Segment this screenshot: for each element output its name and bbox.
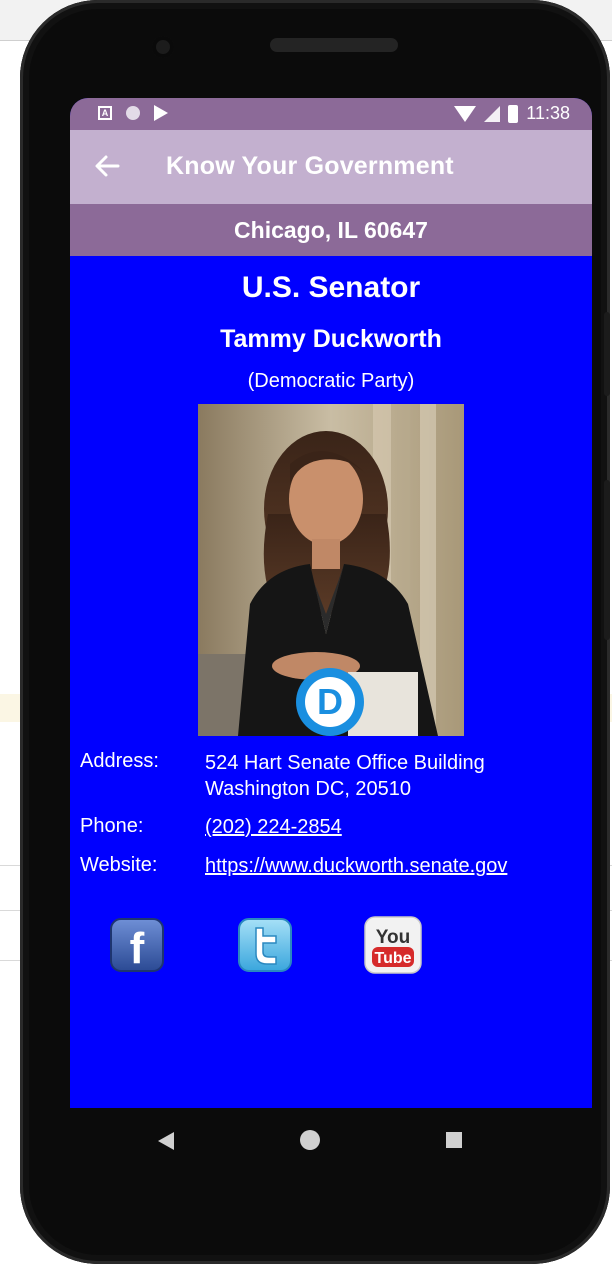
official-party: (Democratic Party) — [247, 370, 415, 392]
notification-circle-icon — [126, 106, 140, 120]
app-bar: Know Your Government — [70, 130, 592, 204]
office-title: U.S. Senator — [241, 271, 421, 304]
app-title: Know Your Government — [166, 152, 454, 180]
youtube-icon[interactable]: You Tube — [362, 914, 424, 976]
volume-button — [604, 480, 610, 640]
website-label: Website: — [80, 854, 158, 876]
battery-icon — [508, 104, 519, 123]
phone-link[interactable]: (202) 224-2854 — [205, 814, 342, 840]
address-line-2: Washington DC, 20510 — [205, 778, 412, 800]
signal-icon — [484, 105, 501, 122]
website-link[interactable]: https://www.duckworth.senate.gov — [205, 853, 507, 879]
svg-text:You: You — [376, 927, 410, 948]
nav-home-button[interactable] — [300, 1130, 320, 1150]
address-value[interactable]: 524 Hart Senate Office Building Washingt… — [205, 750, 485, 802]
nav-back-button[interactable] — [158, 1132, 174, 1150]
notification-a-icon: A — [98, 106, 112, 120]
facebook-icon[interactable]: f — [106, 914, 168, 976]
official-name: Tammy Duckworth — [220, 325, 442, 353]
app-screen: A 11:38 Know Your Government Chicago, IL… — [70, 98, 592, 1108]
front-camera — [152, 36, 174, 58]
power-button — [604, 312, 610, 396]
official-photo: D — [198, 404, 464, 736]
address-line-1: 524 Hart Senate Office Building — [205, 752, 485, 774]
svg-text:f: f — [130, 924, 145, 973]
wifi-icon — [454, 105, 477, 122]
twitter-icon[interactable] — [234, 914, 296, 976]
status-bar: A 11:38 — [70, 98, 592, 130]
play-store-icon — [154, 105, 168, 121]
democrat-logo-icon: D — [296, 668, 364, 736]
address-label: Address: — [80, 750, 159, 772]
earpiece-speaker — [270, 38, 398, 52]
phone-label: Phone: — [80, 815, 144, 837]
svg-text:Tube: Tube — [374, 950, 411, 967]
status-time: 11:38 — [526, 103, 570, 123]
nav-recents-button[interactable] — [446, 1132, 462, 1148]
phone-frame: A 11:38 Know Your Government Chicago, IL… — [20, 0, 610, 1264]
location-bar: Chicago, IL 60647 — [70, 204, 592, 256]
back-arrow-icon[interactable] — [94, 146, 120, 197]
navigation-bar — [20, 1108, 610, 1188]
